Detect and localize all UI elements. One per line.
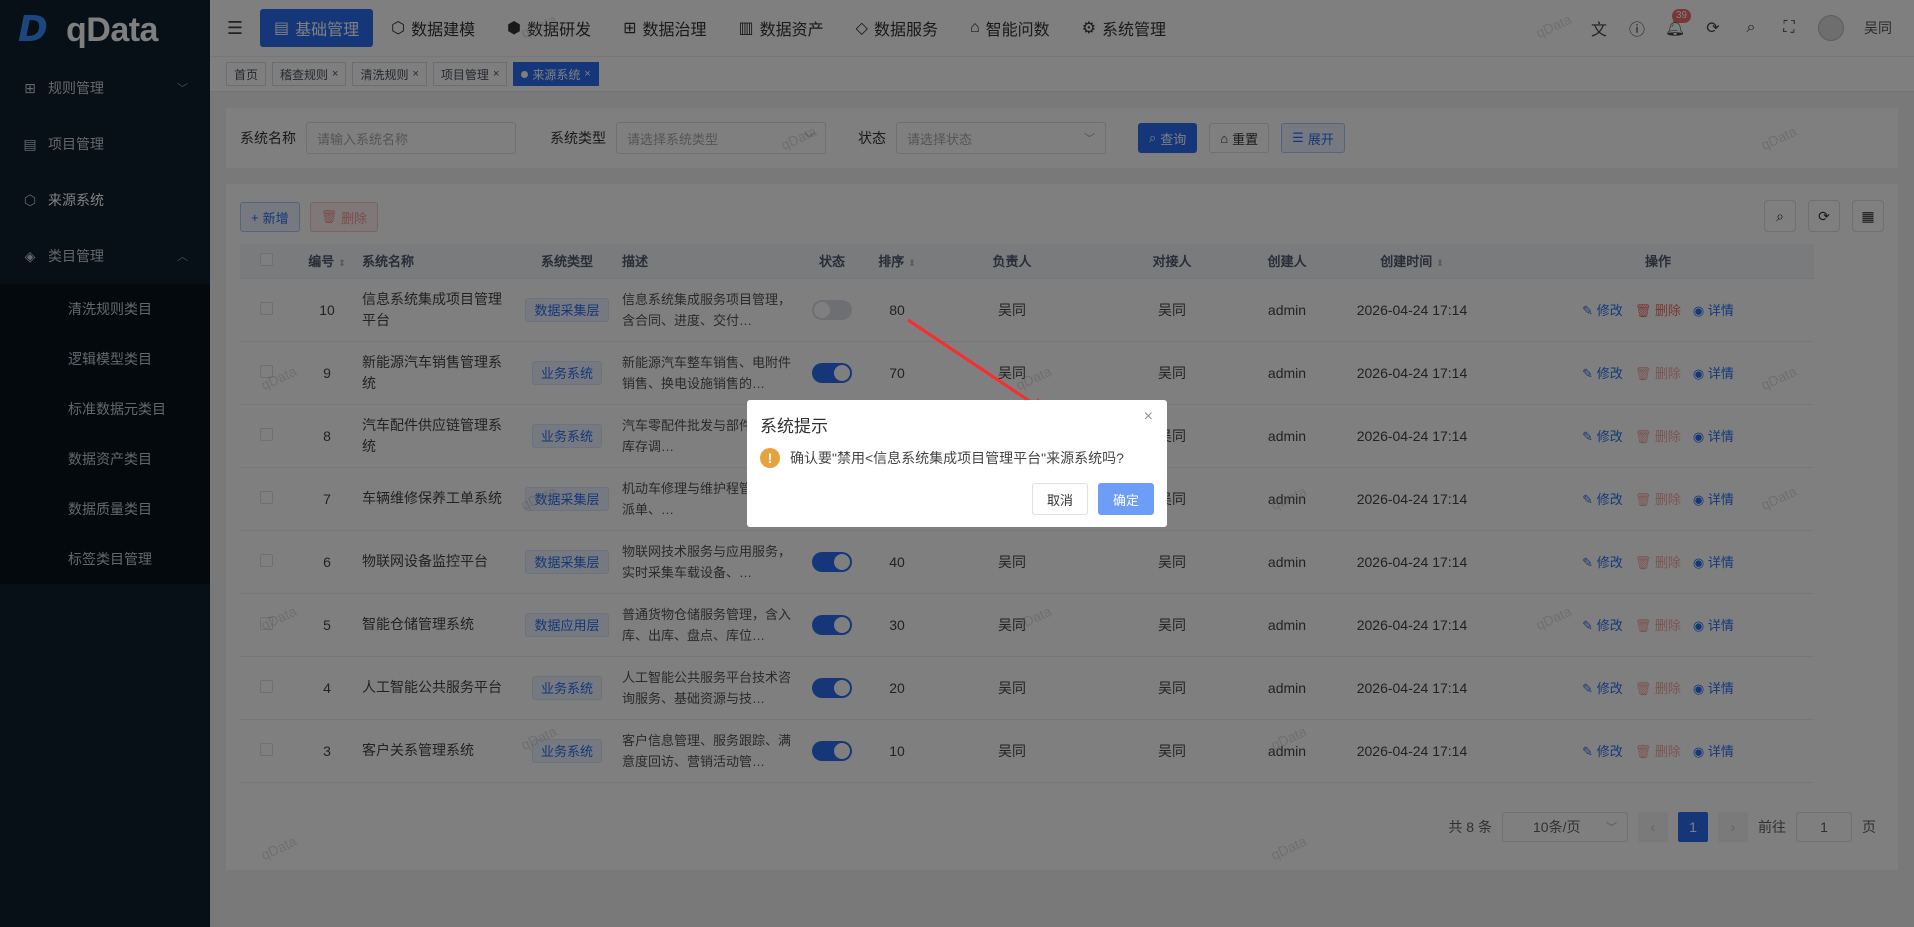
dialog-message: 确认要"禁用<信息系统集成项目管理平台"来源系统吗?	[790, 450, 1124, 466]
confirm-dialog: 系统提示 × ! 确认要"禁用<信息系统集成项目管理平台"来源系统吗? 取消 确…	[747, 400, 1167, 527]
warning-icon: !	[760, 448, 780, 468]
dialog-footer: 取消 确定	[1031, 483, 1154, 515]
dialog-body: ! 确认要"禁用<信息系统集成项目管理平台"来源系统吗?	[760, 448, 1124, 468]
cancel-button[interactable]: 取消	[1031, 483, 1088, 515]
confirm-button[interactable]: 确定	[1097, 483, 1154, 515]
dialog-title: 系统提示	[760, 417, 828, 436]
close-icon[interactable]: ×	[1144, 408, 1153, 426]
